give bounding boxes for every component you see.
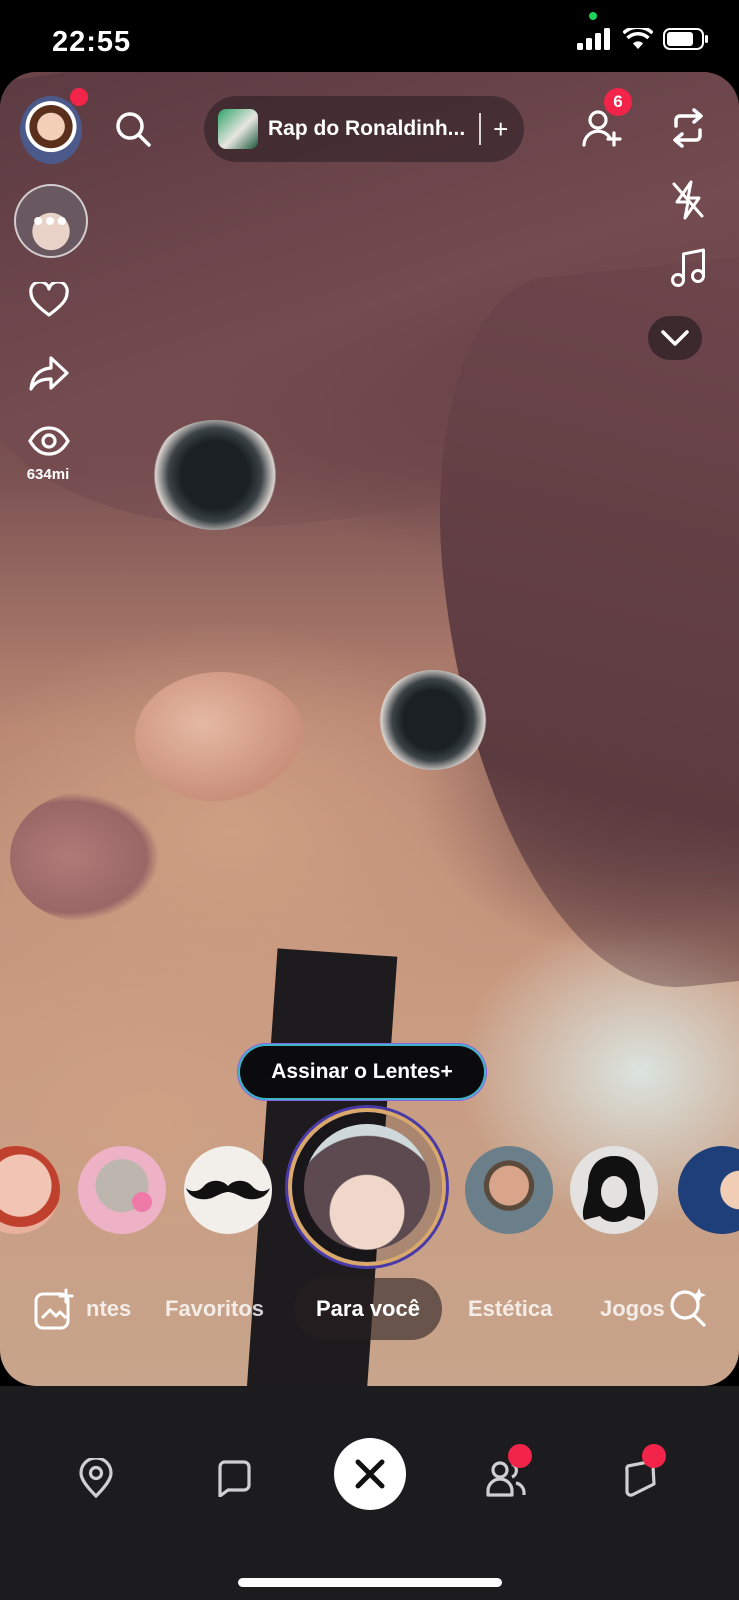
lens-item[interactable] xyxy=(184,1146,272,1234)
subscribe-lenses-plus-button[interactable]: Assinar o Lentes+ xyxy=(240,1046,484,1098)
add-photo-lens-button[interactable] xyxy=(34,1288,74,1335)
lens-item[interactable] xyxy=(0,1146,60,1234)
mustache-icon xyxy=(186,1180,270,1200)
lens-item[interactable] xyxy=(78,1146,166,1234)
camera-viewport[interactable]: Rap do Ronaldinh... + 6 ••• 634mi Assina… xyxy=(0,72,739,1386)
lens-item[interactable] xyxy=(570,1146,658,1234)
more-tools-button[interactable] xyxy=(648,316,702,360)
song-title: Rap do Ronaldinh... xyxy=(268,117,466,140)
chat-icon xyxy=(218,1460,251,1497)
wifi-icon xyxy=(623,28,653,49)
lens-search-icon xyxy=(670,1288,706,1327)
bubble-gum-decoration xyxy=(132,1192,152,1212)
profile-notification-dot xyxy=(70,88,88,106)
friends-notification-dot xyxy=(508,1444,532,1468)
battery-icon xyxy=(663,28,708,50)
lens-views-indicator xyxy=(28,426,70,461)
tab-recentes[interactable]: ntes xyxy=(86,1278,131,1340)
share-icon xyxy=(29,356,69,391)
selected-lens[interactable] xyxy=(292,1112,442,1262)
stories-notification-dot xyxy=(642,1444,666,1468)
status-icons xyxy=(577,28,709,50)
search-button[interactable] xyxy=(114,110,152,153)
add-photo-icon xyxy=(34,1288,74,1330)
signal-icon xyxy=(577,28,610,50)
tab-para-voce[interactable]: Para você xyxy=(294,1278,442,1340)
tab-favoritos[interactable]: Favoritos xyxy=(165,1278,264,1340)
flash-toggle-button[interactable] xyxy=(670,180,706,225)
selected-lens-preview xyxy=(304,1124,430,1250)
eye-icon xyxy=(28,426,70,456)
lens-search-button[interactable] xyxy=(668,1286,708,1333)
camera-feed-lips xyxy=(10,792,160,922)
lens-views-count: 634mi xyxy=(26,466,70,483)
friend-requests-badge: 6 xyxy=(604,88,632,116)
flip-camera-button[interactable] xyxy=(668,108,708,153)
close-icon xyxy=(355,1459,385,1489)
nav-chat-button[interactable] xyxy=(212,1456,256,1500)
music-button[interactable] xyxy=(670,248,706,293)
lens-item[interactable] xyxy=(678,1146,739,1234)
profile-avatar[interactable] xyxy=(20,96,82,164)
share-lens-button[interactable] xyxy=(29,356,69,397)
heart-icon xyxy=(29,280,69,317)
nav-map-button[interactable] xyxy=(74,1456,118,1500)
status-time: 22:55 xyxy=(52,26,132,58)
camera-feed-nose xyxy=(135,672,305,802)
camera-feed-eye xyxy=(378,670,488,770)
favorite-lens-button[interactable] xyxy=(29,280,69,323)
nav-stories-button[interactable] xyxy=(620,1444,666,1500)
lens-avatar-dots: ••• xyxy=(33,205,69,236)
home-indicator xyxy=(238,1578,502,1587)
map-pin-icon xyxy=(79,1458,113,1498)
tab-jogos[interactable]: Jogos xyxy=(600,1278,665,1340)
bottom-navigation xyxy=(0,1386,739,1600)
music-note-icon xyxy=(671,248,705,287)
song-selector[interactable]: Rap do Ronaldinh... + xyxy=(204,96,524,162)
camera-feed-eye xyxy=(150,420,280,530)
song-divider xyxy=(479,113,482,145)
lens-category-tabs: ntes Favoritos Para você Estética Jogos xyxy=(0,1278,739,1340)
search-icon xyxy=(116,112,151,147)
status-bar: 22:55 xyxy=(0,0,739,72)
nav-friends-button[interactable] xyxy=(484,1444,532,1500)
song-thumbnail xyxy=(218,109,258,149)
close-lens-button[interactable] xyxy=(334,1438,406,1510)
lens-item[interactable] xyxy=(465,1146,553,1234)
hair-silhouette-icon xyxy=(582,1156,646,1222)
lens-creator-avatar[interactable]: ••• xyxy=(14,184,88,258)
lens-carousel[interactable] xyxy=(0,1112,739,1272)
tab-estetica[interactable]: Estética xyxy=(468,1278,552,1340)
camera-indicator-dot xyxy=(589,12,597,20)
song-add-button[interactable]: + xyxy=(493,114,508,145)
flip-camera-icon xyxy=(673,108,703,148)
camera-feed-hair-side xyxy=(413,256,739,1008)
flash-off-icon xyxy=(672,180,704,220)
chevron-down-icon xyxy=(661,330,689,346)
